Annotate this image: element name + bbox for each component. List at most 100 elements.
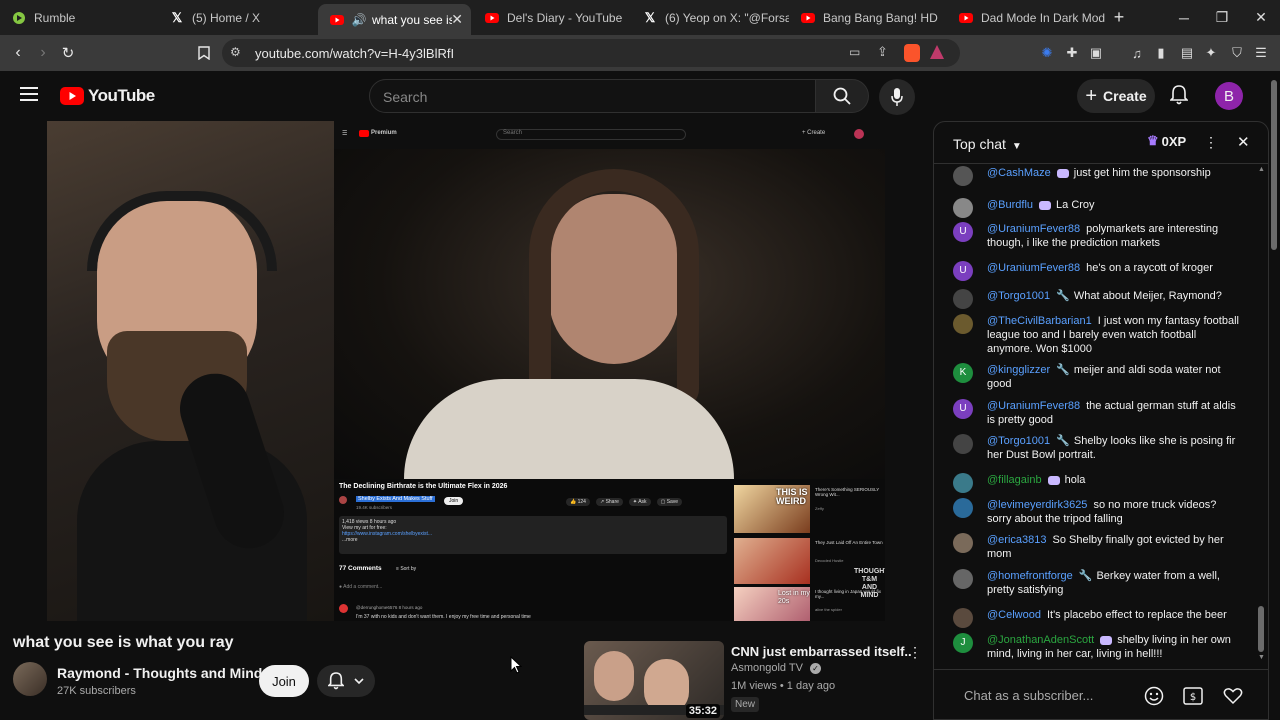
tab-dels-diary[interactable]: Del's Diary - YouTube	[473, 0, 631, 35]
speaker-icon[interactable]: 🔊	[352, 13, 367, 27]
url-field[interactable]: ⚙ youtube.com/watch?v=H-4y3lBlRfI ▭ ⇪	[222, 39, 960, 67]
site-info-icon[interactable]: ⚙	[230, 45, 241, 59]
hamburger-menu-icon[interactable]	[20, 87, 38, 106]
chat-avatar[interactable]	[953, 533, 973, 553]
puzzle-icon[interactable]: ✚	[1063, 44, 1081, 62]
chat-author[interactable]: @UraniumFever88	[987, 262, 1080, 274]
chat-scrollbar[interactable]: ▲ ▼	[1258, 166, 1265, 661]
subscriber-count: 27K subscribers	[57, 685, 136, 697]
scroll-down-icon[interactable]: ▼	[1258, 654, 1265, 661]
reload-icon[interactable]: ↻	[54, 35, 82, 71]
chat-author[interactable]: @JonathanAdenScott	[987, 634, 1094, 646]
page-scrollbar[interactable]	[1271, 80, 1277, 250]
chat-author[interactable]: @Torgo1001	[987, 435, 1050, 447]
chat-author[interactable]: @CashMaze	[987, 167, 1051, 179]
chat-author[interactable]: @UraniumFever88	[987, 400, 1080, 412]
tab-bang-bang[interactable]: Bang Bang Bang! HD - Yo	[789, 0, 947, 35]
bookmark-icon[interactable]	[190, 35, 218, 71]
recommendation-thumbnail[interactable]: 35:32	[584, 641, 724, 720]
tab-current-video[interactable]: 🔊 what you see is wh ✕	[318, 4, 471, 35]
inner-side-thumb-1: THIS IS WEIRD	[734, 485, 810, 533]
chat-author[interactable]: @kingglizzer	[987, 364, 1050, 376]
leo-ai-icon[interactable]: ✦	[1202, 44, 1220, 62]
chat-author[interactable]: @UraniumFever88	[987, 223, 1080, 235]
chat-avatar[interactable]: U	[953, 261, 973, 281]
top-chat-dropdown[interactable]: Top chat ▼	[953, 136, 1022, 152]
close-tab-icon[interactable]: ✕	[451, 11, 463, 28]
youtube-logo[interactable]: YouTube	[60, 86, 155, 106]
chat-avatar[interactable]	[953, 289, 973, 309]
inner-sort: ≡ Sort by	[396, 566, 417, 572]
vpn-icon[interactable]: ⛉	[1228, 44, 1246, 62]
search-input[interactable]: Search	[369, 79, 816, 113]
close-chat-icon[interactable]: ✕	[1237, 133, 1250, 151]
chat-message-body: @Torgo1001 🔧 Shelby looks like she is posi…	[987, 434, 1241, 462]
chat-scroll-thumb[interactable]	[1258, 606, 1264, 652]
subscription-bell-button[interactable]	[317, 665, 375, 697]
chat-author[interactable]: @Torgo1001	[987, 290, 1050, 302]
tab-yeop-on-x[interactable]: 𝕏 (6) Yeop on X: "@Forsaken	[631, 0, 789, 35]
account-avatar[interactable]: B	[1215, 82, 1243, 110]
sidebar-icon[interactable]: ▮	[1152, 44, 1170, 62]
recommendation-title[interactable]: CNN just embarrassed itself..	[731, 644, 912, 659]
chat-author[interactable]: @fillagainb	[987, 474, 1042, 486]
join-button[interactable]: Join	[259, 665, 309, 697]
more-options-icon[interactable]: ⋮	[1204, 134, 1218, 151]
super-chat-icon[interactable]: $	[1181, 684, 1205, 708]
chat-avatar[interactable]	[953, 314, 973, 334]
forward-icon[interactable]: ›	[29, 35, 57, 71]
chat-input[interactable]: Chat as a subscriber...	[954, 682, 1147, 708]
restore-icon[interactable]: ❐	[1203, 0, 1241, 35]
chat-avatar[interactable]	[953, 473, 973, 493]
inner-avatar	[854, 129, 864, 139]
music-icon[interactable]: ♫	[1128, 44, 1146, 62]
chat-avatar[interactable]: K	[953, 363, 973, 383]
recommendation-channel[interactable]: Asmongold TV ✓	[731, 662, 822, 674]
search-button[interactable]	[815, 79, 869, 113]
tab-x-home[interactable]: 𝕏 (5) Home / X	[158, 0, 317, 35]
notifications-bell-icon[interactable]	[1169, 85, 1189, 110]
tab-dad-mode[interactable]: Dad Mode In Dark Mode	[947, 0, 1105, 35]
channel-avatar[interactable]	[13, 662, 47, 696]
chat-avatar[interactable]	[953, 608, 973, 628]
tab-rumble[interactable]: Rumble	[0, 0, 158, 35]
chat-author[interactable]: @levimeyerdirk3625	[987, 499, 1087, 511]
more-options-icon[interactable]: ⋮	[908, 644, 922, 661]
emoji-icon[interactable]	[1142, 684, 1166, 708]
inner-channel-avatar	[339, 496, 347, 504]
recommendation-channel-name: Asmongold TV	[731, 662, 803, 674]
screenshot-icon[interactable]: ▣	[1087, 44, 1105, 62]
create-button[interactable]: + Create	[1077, 79, 1155, 113]
chat-avatar[interactable]: U	[953, 399, 973, 419]
new-tab-button[interactable]: +	[1100, 0, 1138, 35]
chat-avatar[interactable]	[953, 569, 973, 589]
minimize-icon[interactable]: ─	[1165, 0, 1203, 35]
brave-rewards-icon[interactable]	[930, 45, 944, 59]
chat-author[interactable]: @TheCivilBarbarian1	[987, 315, 1092, 327]
cast-icon[interactable]: ▭	[849, 45, 860, 59]
chat-avatar[interactable]	[953, 166, 973, 186]
chat-author[interactable]: @erica3813	[987, 534, 1046, 546]
chat-avatar[interactable]	[953, 498, 973, 518]
close-window-icon[interactable]: ✕	[1242, 0, 1280, 35]
channel-name[interactable]: Raymond - Thoughts and Mind	[57, 665, 262, 681]
share-icon[interactable]: ⇪	[877, 44, 888, 60]
chat-avatar[interactable]	[953, 198, 973, 218]
extension-icon[interactable]: ✺	[1038, 44, 1056, 62]
wallet-icon[interactable]: ▤	[1178, 44, 1196, 62]
chat-author[interactable]: @Burdflu	[987, 199, 1033, 211]
scroll-up-icon[interactable]: ▲	[1258, 166, 1265, 173]
brave-shield-icon[interactable]	[904, 44, 920, 62]
chat-text: just get him the sponsorship	[1073, 167, 1211, 179]
xp-badge[interactable]: ♛ 0XP	[1147, 133, 1186, 149]
chat-avatar[interactable]	[953, 434, 973, 454]
heart-icon[interactable]	[1221, 684, 1245, 708]
video-player[interactable]: ☰ Premium Search + Create The Declining …	[47, 121, 885, 621]
chat-avatar[interactable]: J	[953, 633, 973, 653]
voice-search-button[interactable]	[879, 79, 915, 115]
chat-author[interactable]: @Celwood	[987, 609, 1041, 621]
menu-icon[interactable]: ☰	[1252, 44, 1270, 62]
chat-author[interactable]: @homefrontforge	[987, 570, 1073, 582]
chat-avatar[interactable]: U	[953, 222, 973, 242]
back-icon[interactable]: ‹	[4, 35, 32, 71]
